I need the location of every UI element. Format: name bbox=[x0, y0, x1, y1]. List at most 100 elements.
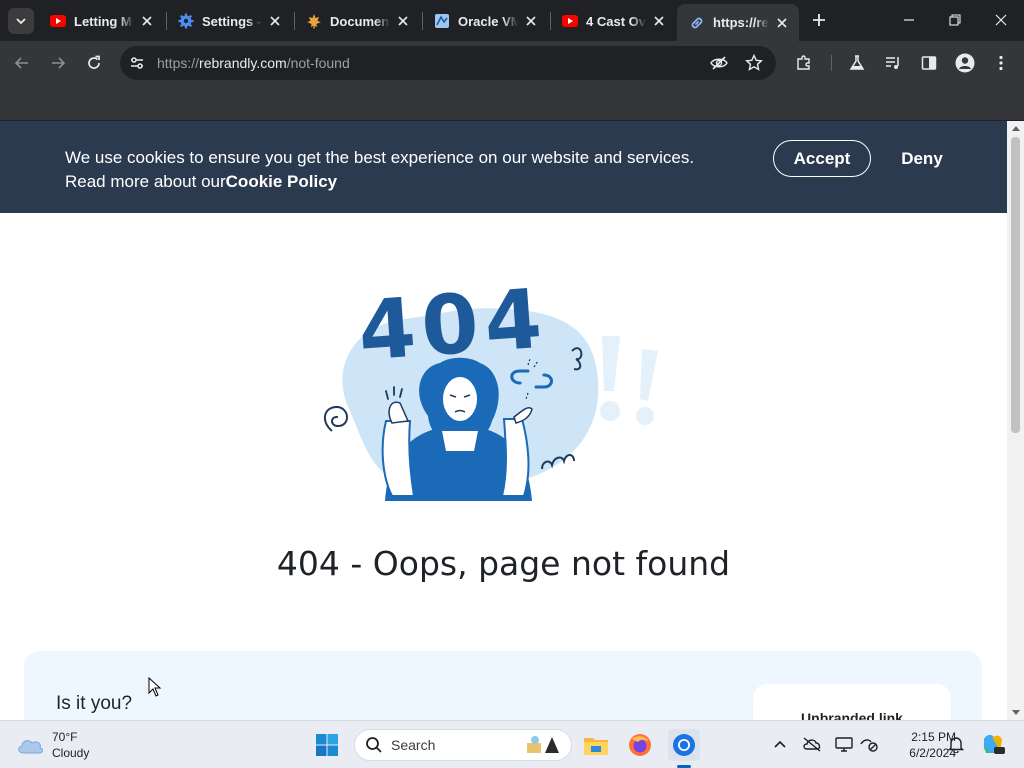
reload-icon bbox=[88, 55, 100, 69]
cookie-policy-link[interactable]: Cookie Policy bbox=[226, 172, 337, 191]
back-button[interactable] bbox=[6, 47, 38, 79]
cookie-text: We use cookies to ensure you get the bes… bbox=[65, 146, 755, 194]
copilot-icon bbox=[983, 734, 1005, 754]
search-label: Search bbox=[391, 737, 436, 753]
firefox-icon bbox=[629, 734, 651, 756]
firefox-button[interactable] bbox=[624, 729, 656, 761]
side-panel-icon bbox=[921, 56, 937, 70]
tab-title: Document bbox=[330, 13, 390, 29]
browser-tab[interactable]: 4 Cast Ove bbox=[550, 6, 676, 36]
toolbar-separator bbox=[831, 55, 832, 71]
tab-search-button[interactable] bbox=[8, 8, 34, 34]
minimize-button[interactable] bbox=[886, 0, 932, 40]
media-controls-button[interactable] bbox=[877, 47, 909, 79]
chrome-button[interactable] bbox=[668, 729, 700, 761]
file-explorer-button[interactable] bbox=[580, 729, 612, 761]
chevron-down-icon bbox=[16, 18, 26, 25]
browser-tab[interactable]: Letting My bbox=[38, 6, 164, 36]
cookie-banner: We use cookies to ensure you get the bes… bbox=[0, 121, 1007, 213]
bookmarks-bar bbox=[0, 85, 1024, 121]
card-title: Is it you? bbox=[56, 693, 133, 714]
profile-button[interactable] bbox=[949, 47, 981, 79]
close-tab-icon[interactable] bbox=[266, 12, 284, 30]
unbranded-link-label: Unbranded link bbox=[801, 710, 903, 720]
tab-strip: Letting My Settings - Document Oracle VM… bbox=[0, 0, 1024, 41]
windows-logo-icon bbox=[316, 734, 338, 756]
deny-cookies-button[interactable]: Deny bbox=[893, 140, 951, 177]
eye-off-icon[interactable] bbox=[710, 55, 728, 76]
start-button[interactable] bbox=[311, 729, 343, 761]
person-face bbox=[443, 377, 477, 421]
spiral-left-doodle bbox=[323, 405, 348, 432]
is-it-you-card: Is it you? Unbranded link bbox=[24, 651, 982, 720]
windows-taskbar: 70°F Cloudy Search 2:15 PM 6/2/2024 bbox=[0, 720, 1024, 768]
close-tab-icon[interactable] bbox=[394, 12, 412, 30]
labs-button[interactable] bbox=[841, 47, 873, 79]
browser-tab[interactable]: Settings - bbox=[166, 6, 292, 36]
arrow-left-icon bbox=[14, 57, 28, 69]
menu-button[interactable] bbox=[985, 47, 1017, 79]
maple-leaf-icon bbox=[306, 13, 322, 29]
forward-button[interactable] bbox=[42, 47, 74, 79]
url-text[interactable]: https://rebrandly.com/not-found bbox=[157, 55, 350, 71]
person-neck bbox=[442, 431, 478, 451]
new-tab-button[interactable] bbox=[808, 9, 830, 31]
page-title: 404 - Oops, page not found bbox=[276, 544, 731, 583]
browser-toolbar: https://rebrandly.com/not-found bbox=[0, 41, 1024, 85]
url-host: rebrandly.com bbox=[199, 55, 287, 71]
close-tab-icon[interactable] bbox=[522, 12, 540, 30]
unbranded-link-card: Unbranded link bbox=[753, 684, 951, 720]
site-info-icon[interactable] bbox=[129, 55, 145, 76]
close-window-button[interactable] bbox=[978, 0, 1024, 40]
bookmark-star-icon[interactable] bbox=[744, 53, 764, 77]
scroll-down-icon[interactable] bbox=[1007, 706, 1024, 720]
right-arm bbox=[500, 418, 530, 497]
network-volume-icon[interactable] bbox=[858, 733, 880, 755]
accept-cookies-button[interactable]: Accept bbox=[773, 140, 871, 177]
search-icon bbox=[366, 737, 382, 753]
taskbar-search[interactable]: Search bbox=[354, 729, 572, 761]
address-bar[interactable]: https://rebrandly.com/not-found bbox=[120, 46, 776, 80]
side-panel-button[interactable] bbox=[913, 47, 945, 79]
copilot-button[interactable] bbox=[980, 731, 1006, 757]
page-scrollbar[interactable] bbox=[1007, 121, 1024, 720]
onedrive-icon[interactable] bbox=[801, 733, 823, 755]
tab-title: Letting My bbox=[74, 13, 134, 29]
close-icon bbox=[995, 14, 1007, 26]
scrollbar-thumb[interactable] bbox=[1011, 137, 1020, 433]
browser-tab[interactable]: Document bbox=[294, 6, 420, 36]
browser-tab-active[interactable]: https://reb bbox=[677, 4, 799, 41]
weather-widget[interactable]: 70°F Cloudy bbox=[16, 727, 89, 763]
minimize-icon bbox=[904, 19, 914, 21]
weather-temp: 70°F bbox=[52, 730, 78, 744]
cookie-read-more: Read more about our bbox=[65, 172, 226, 191]
settings-gear-icon bbox=[178, 13, 194, 29]
display-icon[interactable] bbox=[833, 733, 855, 755]
tab-title: 4 Cast Ove bbox=[586, 13, 646, 29]
reload-button[interactable] bbox=[78, 47, 110, 79]
youtube-icon bbox=[562, 13, 578, 29]
not-found-illustration: 404 bbox=[323, 272, 658, 501]
link-icon bbox=[689, 15, 705, 31]
cloud-icon bbox=[18, 740, 43, 754]
notifications-button[interactable] bbox=[945, 733, 967, 755]
mouse-cursor-icon bbox=[148, 677, 162, 697]
page-viewport: We use cookies to ensure you get the bes… bbox=[0, 121, 1024, 720]
youtube-icon bbox=[50, 13, 66, 29]
close-tab-icon[interactable] bbox=[138, 12, 156, 30]
arrow-right-icon bbox=[52, 57, 66, 69]
extensions-button[interactable] bbox=[788, 47, 820, 79]
scroll-up-icon[interactable] bbox=[1007, 121, 1024, 135]
oracle-vm-icon bbox=[434, 13, 450, 29]
restore-icon bbox=[949, 14, 961, 26]
music-queue-icon bbox=[886, 57, 899, 69]
restore-button[interactable] bbox=[932, 0, 978, 40]
show-hidden-icons-button[interactable] bbox=[769, 733, 791, 755]
close-tab-icon[interactable] bbox=[650, 12, 668, 30]
bell-icon bbox=[948, 737, 964, 753]
exclamation-marks-decoration bbox=[600, 336, 658, 425]
tab-title: https://reb bbox=[713, 15, 769, 30]
close-tab-icon[interactable] bbox=[773, 14, 791, 32]
browser-tab[interactable]: Oracle VM bbox=[422, 6, 548, 36]
search-highlight-icon bbox=[527, 736, 559, 753]
